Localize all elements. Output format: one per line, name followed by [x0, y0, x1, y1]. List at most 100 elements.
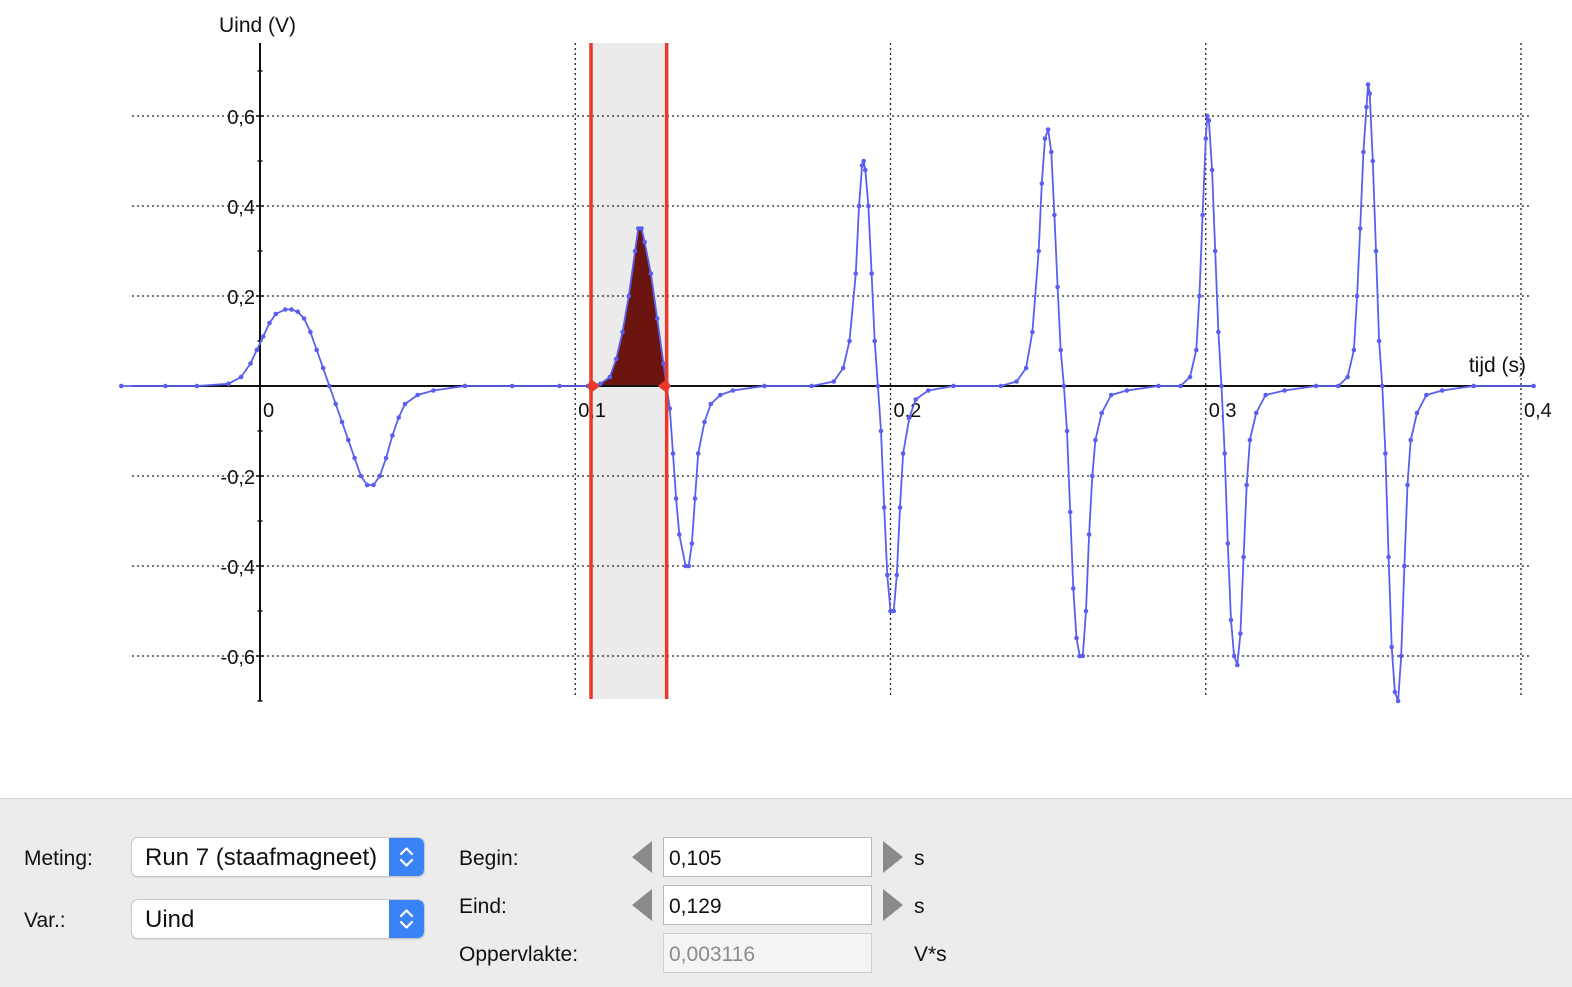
data-point [654, 316, 660, 321]
var-select-stepper[interactable] [389, 900, 424, 938]
data-point [1241, 554, 1246, 560]
eind-field[interactable]: 0,129 [663, 885, 872, 925]
x-tick-label: 0,2 [894, 400, 922, 422]
eind-label: Eind: [459, 895, 507, 918]
chart-area[interactable]: 00,10,20,30,4 0,60,40,2-0,2-0,4-0,6 Uind… [0, 0, 1572, 798]
data-point [1058, 347, 1063, 353]
data-point [702, 419, 707, 425]
begin-increment-arrow-icon[interactable] [882, 840, 904, 874]
data-point [894, 572, 900, 578]
data-point [686, 563, 691, 569]
data-point [1212, 248, 1218, 254]
data-point [301, 316, 307, 321]
y-tick-label: 0,2 [227, 287, 255, 309]
y-tick-label: 0,6 [227, 107, 255, 129]
data-point [673, 496, 679, 501]
data-point [1414, 410, 1420, 416]
data-point [1357, 226, 1363, 231]
data-point [1194, 347, 1199, 353]
data-point [1197, 293, 1202, 299]
eind-unit: s [914, 895, 925, 918]
data-point [364, 482, 370, 488]
data-point [1235, 662, 1240, 668]
meting-select[interactable]: Run 7 (staafmagneet) [131, 837, 425, 877]
data-point [1383, 451, 1388, 456]
data-point [632, 248, 638, 254]
data-point [1531, 383, 1536, 389]
data-point [863, 167, 868, 173]
data-point [1074, 635, 1079, 641]
data-point [847, 338, 852, 344]
data-point [333, 401, 339, 407]
data-point [1471, 383, 1476, 389]
data-point [809, 383, 814, 389]
data-point [431, 388, 436, 393]
data-point [1205, 113, 1210, 119]
data-point [642, 239, 647, 245]
data-point [1231, 653, 1237, 659]
data-point [926, 388, 931, 393]
data-point [692, 496, 698, 501]
data-point [708, 401, 714, 407]
data-point [1216, 329, 1221, 335]
data-point [670, 451, 676, 456]
data-point [273, 311, 279, 317]
data-point [1156, 383, 1161, 389]
y-axis-title: Uind (V) [219, 14, 296, 37]
data-point [1090, 473, 1095, 479]
oppervlakte-unit: V*s [914, 943, 947, 966]
uind-tijd-chart[interactable]: 00,10,20,30,4 0,60,40,2-0,2-0,4-0,6 Uind… [0, 0, 1572, 798]
data-point [998, 383, 1004, 389]
data-point [282, 307, 288, 312]
data-point [1228, 617, 1234, 623]
data-point [1405, 482, 1410, 488]
data-point [866, 203, 871, 209]
data-point [1099, 410, 1104, 416]
data-point [238, 374, 244, 380]
data-point [620, 329, 625, 335]
data-point [1365, 82, 1371, 87]
data-point [1373, 248, 1379, 254]
vertical-gridlines [574, 43, 1522, 698]
data-point [308, 329, 313, 335]
data-point [913, 397, 918, 402]
data-point [1392, 689, 1398, 695]
data-point [1200, 212, 1205, 218]
x-axis-title: tijd (s) [1469, 354, 1526, 377]
series-line-uind [121, 83, 1534, 702]
data-point [875, 383, 881, 389]
data-point [853, 271, 859, 276]
data-point [415, 392, 420, 398]
data-point [677, 532, 682, 537]
data-point [840, 365, 846, 371]
meting-select-stepper[interactable] [389, 838, 424, 876]
data-point [320, 365, 326, 371]
data-point [613, 356, 619, 362]
data-point [254, 347, 260, 353]
data-point [346, 437, 351, 443]
meting-label: Meting: [24, 847, 93, 870]
begin-decrement-arrow-icon[interactable] [631, 840, 653, 874]
data-point [358, 473, 364, 479]
data-point [1424, 392, 1429, 398]
data-point [163, 383, 168, 389]
data-point [509, 383, 515, 389]
begin-unit: s [914, 847, 925, 870]
data-point [856, 203, 862, 209]
data-point [897, 505, 903, 510]
data-point [900, 451, 906, 456]
data-point [1083, 608, 1089, 614]
var-select[interactable]: Uind [131, 899, 425, 939]
data-point [730, 388, 736, 393]
data-point [1124, 388, 1130, 393]
eind-decrement-arrow-icon[interactable] [631, 888, 653, 922]
begin-field[interactable]: 0,105 [663, 837, 872, 877]
data-point [891, 608, 896, 614]
data-point [607, 374, 613, 380]
eind-increment-arrow-icon[interactable] [882, 888, 904, 922]
data-point [1080, 653, 1086, 659]
data-point [377, 473, 383, 479]
data-point [1219, 383, 1224, 389]
data-point [402, 401, 408, 407]
data-point [1187, 374, 1193, 380]
